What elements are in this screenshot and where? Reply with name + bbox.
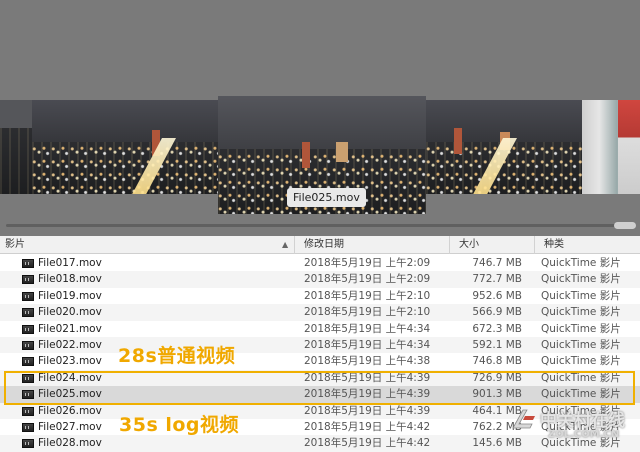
file-kind: QuickTime 影片 xyxy=(541,257,621,269)
file-date: 2018年5月19日 上午4:34 xyxy=(304,338,431,351)
file-name: File020.mov xyxy=(38,306,102,319)
file-row[interactable]: File021.mov 2018年5月19日 上午4:34 672.3 MB Quic… xyxy=(0,321,640,337)
movie-file-icon xyxy=(22,324,34,334)
cover-flow-scroll-thumb[interactable] xyxy=(614,222,636,229)
movie-file-icon xyxy=(22,406,34,416)
file-size: 592.1 MB xyxy=(472,338,522,351)
file-kind: QuickTime 影片 xyxy=(541,338,621,351)
annotation-normal-video: 28s普通视频 xyxy=(118,345,236,367)
file-name: File028.mov xyxy=(38,437,102,450)
file-kind: QuickTime 影片 xyxy=(541,289,621,302)
file-size: 746.7 MB xyxy=(472,257,522,269)
cover-flow-caption: File025.mov xyxy=(287,188,366,207)
file-row[interactable]: File018.mov 2018年5月19日 上午2:09 772.7 MB Quic… xyxy=(0,271,640,288)
column-header-date[interactable]: 修改日期 xyxy=(299,236,450,254)
file-kind: QuickTime 影片 xyxy=(541,355,621,368)
sort-ascending-icon: ▲ xyxy=(282,240,289,249)
watermark: 中关村在线 ZOL.COM.CN xyxy=(510,404,638,450)
cover-thumbnail-right[interactable] xyxy=(426,100,582,194)
file-row[interactable]: File020.mov 2018年5月19日 上午2:10 566.9 MB Quic… xyxy=(0,304,640,321)
file-date: 2018年5月19日 上午4:42 xyxy=(304,420,431,433)
movie-file-icon xyxy=(22,340,34,350)
file-date: 2018年5月19日 上午4:34 xyxy=(304,322,431,335)
file-name: File018.mov xyxy=(38,273,102,286)
file-row[interactable]: File023.mov 2018年5月19日 上午4:38 746.8 MB Quic… xyxy=(0,353,640,369)
highlight-box xyxy=(4,371,635,405)
file-row[interactable]: File017.mov 2018年5月19日 上午2:09 746.7 MB Quic… xyxy=(0,255,640,271)
movie-file-icon xyxy=(22,439,34,449)
column-header-bar: 影片 ▲ 修改日期 大小 种类 xyxy=(0,236,640,254)
file-kind: QuickTime 影片 xyxy=(541,322,621,335)
file-date: 2018年5月19日 上午2:10 xyxy=(304,289,431,302)
watermark-text: 中关村在线 xyxy=(540,411,625,431)
file-name: File022.mov xyxy=(38,338,102,351)
file-date: 2018年5月19日 上午2:09 xyxy=(304,257,431,269)
movie-file-icon xyxy=(22,259,34,268)
file-size: 672.3 MB xyxy=(472,322,522,335)
file-kind: QuickTime 影片 xyxy=(541,306,621,319)
file-size: 772.7 MB xyxy=(472,273,522,286)
file-name: File023.mov xyxy=(38,355,102,368)
annotation-log-video: 35s log视频 xyxy=(119,414,240,436)
file-row[interactable]: File019.mov 2018年5月19日 上午2:10 952.6 MB Quic… xyxy=(0,288,640,304)
file-size: 952.6 MB xyxy=(472,289,522,302)
cover-thumbnail-left[interactable] xyxy=(32,100,218,194)
file-row[interactable]: File022.mov 2018年5月19日 上午4:34 592.1 MB Quic… xyxy=(0,336,640,354)
column-header-name[interactable]: 影片 xyxy=(0,236,295,254)
cover-flow-scrollbar[interactable] xyxy=(6,224,634,227)
cover-thumbnail-edge-left[interactable] xyxy=(0,100,32,194)
file-name: File021.mov xyxy=(38,322,102,335)
movie-file-icon xyxy=(22,357,34,367)
file-size: 566.9 MB xyxy=(472,306,522,319)
file-name: File017.mov xyxy=(38,257,102,269)
cover-flow-preview[interactable]: File025.mov xyxy=(0,0,640,236)
file-name: File019.mov xyxy=(38,289,102,302)
column-header-kind[interactable]: 种类 xyxy=(539,236,640,254)
movie-file-icon xyxy=(22,308,34,318)
zol-logo-icon xyxy=(512,409,535,429)
cover-thumbnail-edge-right[interactable] xyxy=(582,100,640,194)
file-date: 2018年5月19日 上午2:09 xyxy=(304,273,431,286)
watermark-url: ZOL.COM.CN xyxy=(548,429,620,440)
file-size: 746.8 MB xyxy=(472,355,522,368)
file-date: 2018年5月19日 上午2:10 xyxy=(304,306,431,319)
movie-file-icon xyxy=(22,422,34,432)
column-header-size[interactable]: 大小 xyxy=(454,236,535,254)
movie-file-icon xyxy=(22,291,34,301)
file-kind: QuickTime 影片 xyxy=(541,273,621,286)
file-date: 2018年5月19日 上午4:38 xyxy=(304,355,431,368)
file-date: 2018年5月19日 上午4:42 xyxy=(304,437,431,450)
movie-file-icon xyxy=(22,275,34,285)
file-name: File027.mov xyxy=(38,420,102,433)
